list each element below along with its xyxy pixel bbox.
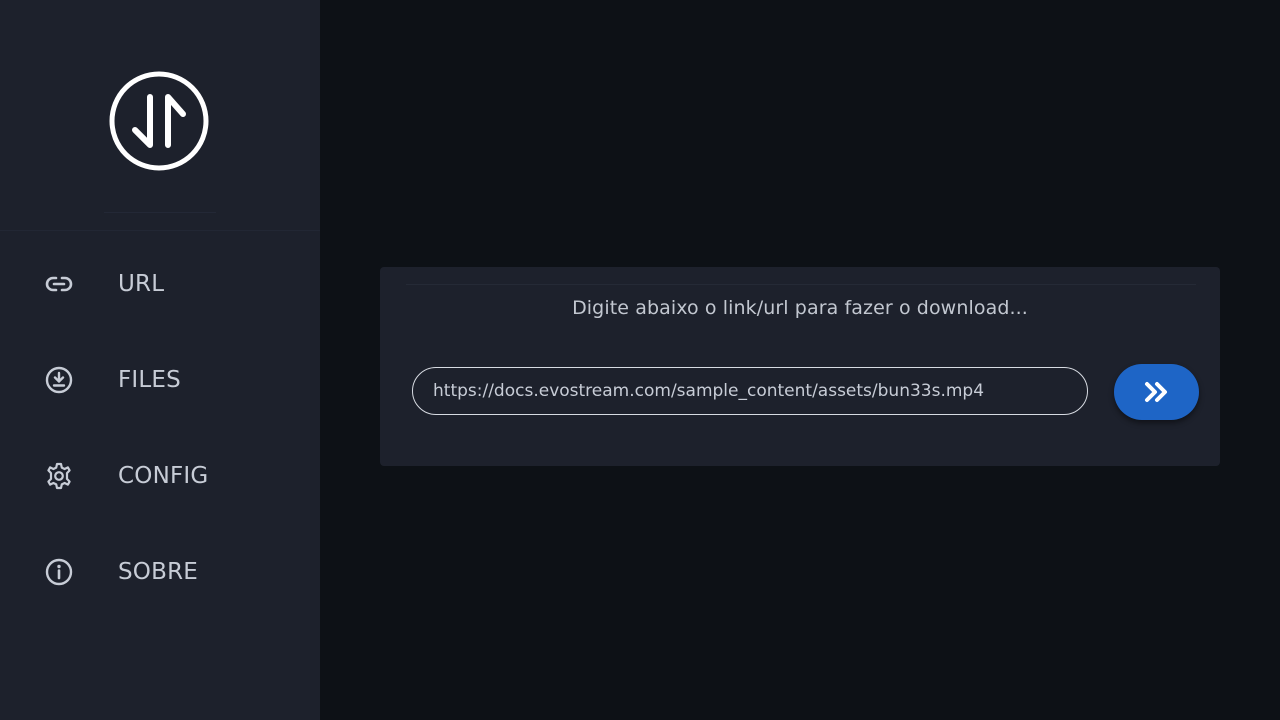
- sidebar-item-label: CONFIG: [118, 463, 209, 489]
- url-input[interactable]: [412, 367, 1088, 415]
- app-logo-icon: [109, 71, 209, 171]
- sidebar-item-url[interactable]: URL: [0, 248, 320, 320]
- download-prompt: Digite abaixo o link/url para fazer o do…: [572, 297, 1028, 319]
- download-circle-icon: [45, 366, 73, 394]
- sidebar-item-label: FILES: [118, 367, 181, 393]
- panel-divider: [406, 284, 1196, 285]
- sidebar-item-label: SOBRE: [118, 559, 198, 585]
- logo-divider: [104, 212, 216, 213]
- download-panel: Digite abaixo o link/url para fazer o do…: [380, 267, 1220, 466]
- start-download-button[interactable]: [1114, 364, 1199, 420]
- info-circle-icon: [45, 558, 73, 586]
- sidebar-item-config[interactable]: CONFIG: [0, 440, 320, 512]
- gear-icon: [47, 462, 71, 490]
- sidebar-item-files[interactable]: FILES: [0, 344, 320, 416]
- sidebar-item-label: URL: [118, 271, 165, 297]
- sidebar-divider: [0, 230, 320, 231]
- sidebar: URL FILES CONFIG SOBRE: [0, 0, 320, 720]
- app-window: URL FILES CONFIG SOBRE Digite abaixo o l…: [0, 0, 1280, 720]
- double-chevron-right-icon: [1145, 382, 1167, 402]
- sidebar-item-sobre[interactable]: SOBRE: [0, 536, 320, 608]
- link-icon: [45, 276, 73, 292]
